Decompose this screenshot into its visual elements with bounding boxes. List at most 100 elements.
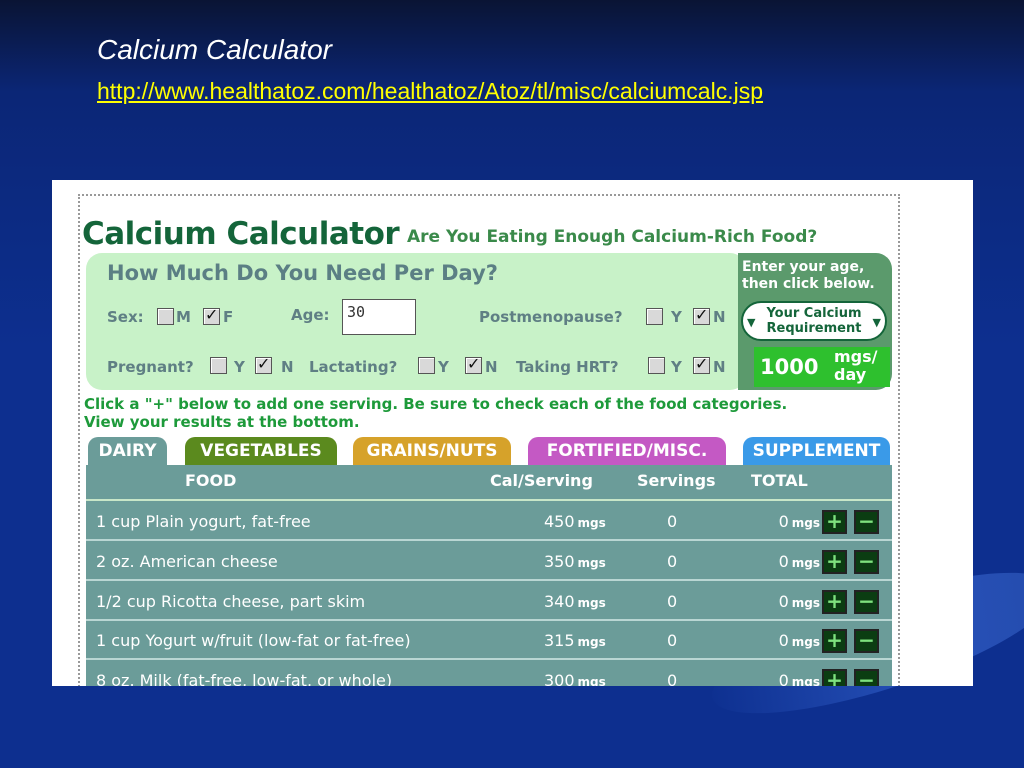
requirement-value: 1000 [760, 355, 819, 379]
pregnant-yes-label: Y [234, 358, 245, 376]
total-unit: mgs [791, 675, 820, 686]
postmenopause-yes-checkbox[interactable] [646, 308, 663, 325]
pregnant-no-label: N [281, 358, 294, 376]
header-total: TOTAL [751, 471, 808, 490]
remove-serving-button[interactable]: − [854, 629, 879, 653]
total-number: 0 [778, 512, 789, 531]
total-unit: mgs [791, 556, 820, 570]
cal-unit: mgs [577, 675, 606, 686]
add-serving-button[interactable]: + [822, 510, 847, 534]
tab-grains-nuts[interactable]: GRAINS/NUTS [353, 437, 511, 465]
lactating-yes-label: Y [438, 358, 449, 376]
lactating-label: Lactating? [309, 358, 398, 376]
cal-value: 315 [544, 631, 575, 650]
food-name: 1 cup Plain yogurt, fat-free [96, 512, 311, 531]
cal-value: 300 [544, 671, 575, 686]
food-name: 1 cup Yogurt w/fruit (low-fat or fat-fre… [96, 631, 411, 650]
pregnant-label: Pregnant? [107, 358, 194, 376]
req-button-line2: Requirement [766, 321, 862, 336]
total-value: 0 mgs [779, 631, 820, 650]
header-servings: Servings [637, 471, 716, 490]
total-unit: mgs [791, 635, 820, 649]
add-serving-button[interactable]: + [822, 629, 847, 653]
total-number: 0 [778, 631, 789, 650]
food-name: 8 oz. Milk (fat-free, low-fat, or whole) [96, 671, 393, 686]
cal-unit: mgs [577, 556, 606, 570]
source-link[interactable]: http://www.healthatoz.com/healthatoz/Ato… [97, 78, 763, 105]
table-row: 1 cup Plain yogurt, fat-free 450 mgs 0 0 mgs +… [86, 503, 892, 541]
req-button-line1: Your Calcium [766, 306, 862, 321]
hrt-label: Taking HRT? [516, 358, 619, 376]
total-number: 0 [778, 671, 789, 686]
remove-serving-button[interactable]: − [854, 550, 879, 574]
requirement-unit: mgs/ day [834, 348, 878, 384]
total-number: 0 [778, 552, 789, 571]
requirement-unit-line1: mgs/ [834, 347, 878, 366]
sex-f-checkbox[interactable] [203, 305, 220, 325]
pregnant-no-checkbox[interactable] [255, 354, 272, 374]
age-label: Age: [291, 306, 330, 324]
lactating-yes-checkbox[interactable] [418, 357, 435, 374]
lactating-no-label: N [485, 358, 498, 376]
hrt-no-label: N [713, 358, 726, 376]
serving-instructions: Click a "+" below to add one serving. Be… [84, 395, 884, 431]
cal-unit: mgs [577, 596, 606, 610]
add-serving-button[interactable]: + [822, 590, 847, 614]
app-subtitle: Are You Eating Enough Calcium-Rich Food? [407, 227, 818, 247]
postmenopause-yes-label: Y [671, 308, 682, 326]
hrt-yes-checkbox[interactable] [648, 357, 665, 374]
tab-dairy[interactable]: DAIRY [88, 437, 167, 465]
postmenopause-label: Postmenopause? [479, 308, 623, 326]
postmenopause-no-checkbox[interactable] [693, 305, 710, 325]
header-food: FOOD [185, 471, 237, 490]
instructions-line2: View your results at the bottom. [84, 413, 360, 431]
calcium-requirement-button[interactable]: ▼ Your Calcium Requirement ▼ [741, 301, 887, 341]
remove-serving-button[interactable]: − [854, 510, 879, 534]
cal-per-serving: 340 mgs [544, 592, 606, 611]
table-row: 8 oz. Milk (fat-free, low-fat, or whole)… [86, 662, 892, 686]
cal-per-serving: 450 mgs [544, 512, 606, 531]
total-unit: mgs [791, 516, 820, 530]
hrt-no-checkbox[interactable] [693, 354, 710, 374]
total-value: 0 mgs [779, 592, 820, 611]
sex-m-checkbox[interactable] [157, 308, 174, 325]
side-instructions: Enter your age, then click below. [742, 259, 875, 292]
add-serving-button[interactable]: + [822, 669, 847, 686]
postmenopause-no-label: N [713, 308, 726, 326]
total-value: 0 mgs [779, 552, 820, 571]
servings-count: 0 [667, 552, 678, 571]
remove-serving-button[interactable]: − [854, 669, 879, 686]
slide-title: Calcium Calculator [97, 34, 332, 65]
servings-count: 0 [667, 512, 678, 531]
total-value: 0 mgs [779, 512, 820, 531]
table-row: 1/2 cup Ricotta cheese, part skim 340 mgs 0… [86, 583, 892, 621]
cal-per-serving: 350 mgs [544, 552, 606, 571]
cal-value: 450 [544, 512, 575, 531]
header-cal-serving: Cal/Serving [490, 471, 593, 490]
tab-fortified-misc[interactable]: FORTIFIED/MISC. [528, 437, 726, 465]
tab-vegetables[interactable]: VEGETABLES [185, 437, 337, 465]
total-number: 0 [778, 592, 789, 611]
triangle-down-icon: ▼ [747, 316, 756, 329]
food-name: 2 oz. American cheese [96, 552, 278, 571]
sex-f-label: F [223, 308, 234, 326]
hrt-yes-label: Y [671, 358, 682, 376]
table-row: 2 oz. American cheese 350 mgs 0 0 mgs + − [86, 543, 892, 581]
table-row: 1 cup Yogurt w/fruit (low-fat or fat-fre… [86, 622, 892, 660]
pregnant-yes-checkbox[interactable] [210, 357, 227, 374]
instructions-line1: Click a "+" below to add one serving. Be… [84, 395, 788, 413]
requirement-unit-line2: day [834, 365, 867, 384]
add-serving-button[interactable]: + [822, 550, 847, 574]
lactating-no-checkbox[interactable] [465, 354, 482, 374]
cal-per-serving: 300 mgs [544, 671, 606, 686]
tab-supplement[interactable]: SUPPLEMENT [743, 437, 890, 465]
total-value: 0 mgs [779, 671, 820, 686]
servings-count: 0 [667, 671, 678, 686]
cal-value: 350 [544, 552, 575, 571]
remove-serving-button[interactable]: − [854, 590, 879, 614]
cal-unit: mgs [577, 635, 606, 649]
servings-count: 0 [667, 592, 678, 611]
age-input[interactable]: 30 [342, 299, 416, 335]
sex-label: Sex: [107, 308, 144, 326]
food-name: 1/2 cup Ricotta cheese, part skim [96, 592, 366, 611]
